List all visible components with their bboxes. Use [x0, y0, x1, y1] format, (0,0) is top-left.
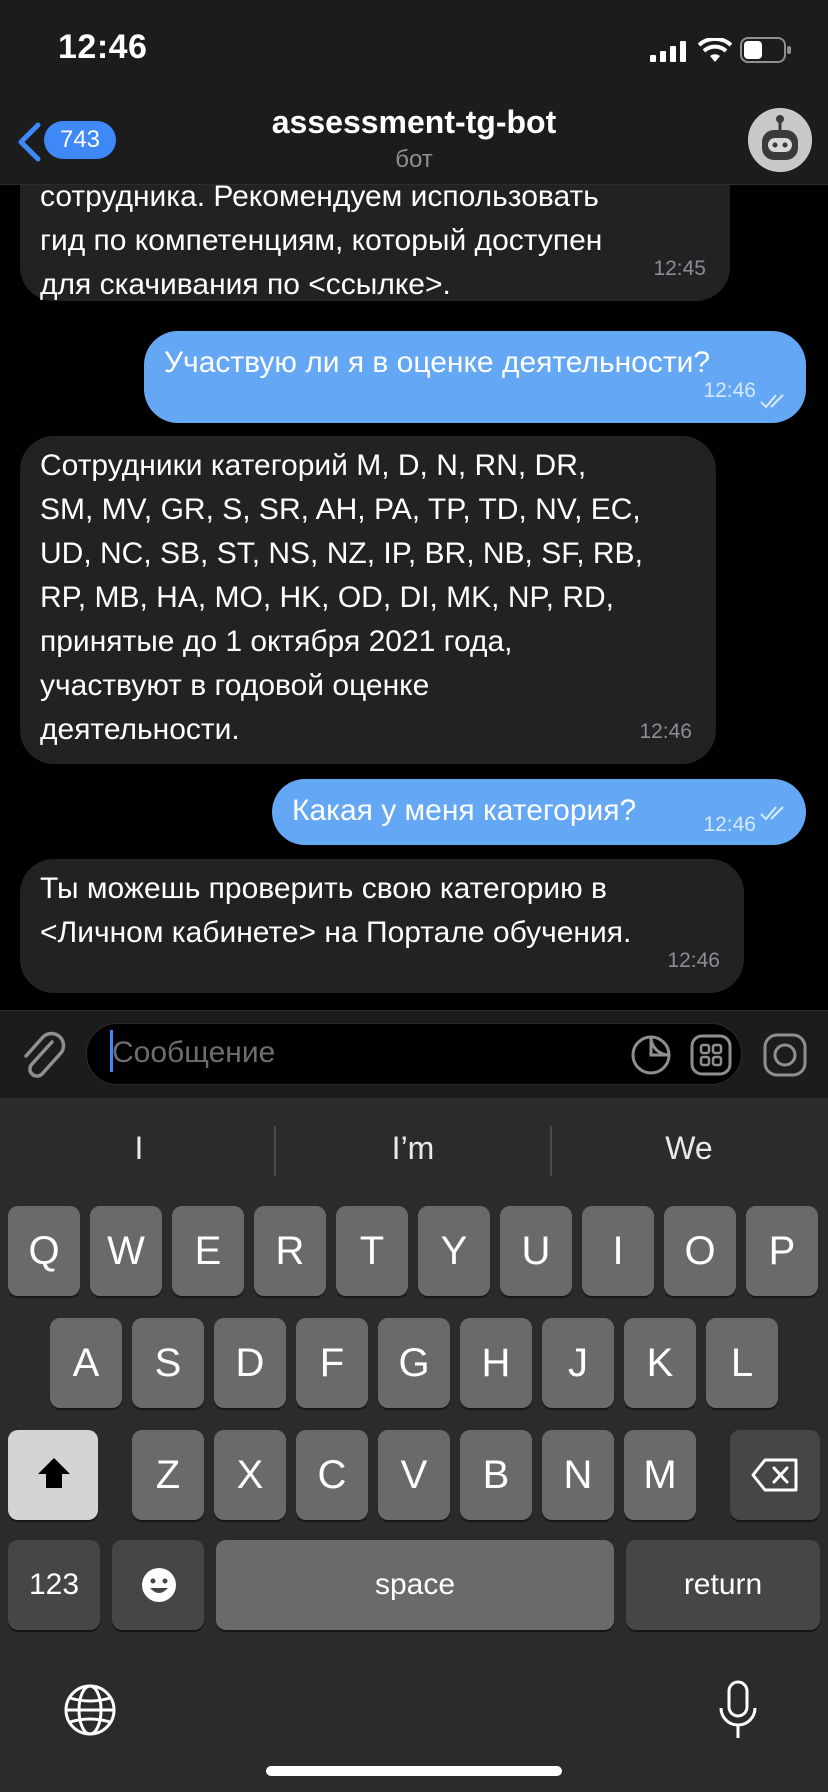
- home-indicator[interactable]: [266, 1766, 562, 1776]
- message-bubble-incoming[interactable]: Сотрудники категорий M, D, N, RN, DR, SM…: [20, 436, 716, 764]
- signal-icon: [650, 41, 686, 62]
- key-z[interactable]: Z: [132, 1430, 204, 1520]
- key-d[interactable]: D: [214, 1318, 286, 1408]
- key-w[interactable]: W: [90, 1206, 162, 1296]
- message-bubble-outgoing[interactable]: Участвую ли я в оценке деятельности? 12:…: [144, 331, 806, 423]
- double-check-icon: [760, 806, 784, 821]
- attach-icon[interactable]: [18, 1028, 66, 1080]
- emoji-key[interactable]: [112, 1540, 204, 1630]
- double-check-icon: [760, 394, 784, 409]
- key-h[interactable]: H: [460, 1318, 532, 1408]
- message-placeholder: Сообщение: [112, 1036, 276, 1069]
- key-o[interactable]: O: [664, 1206, 736, 1296]
- message-time: 12:46: [667, 949, 720, 972]
- video-message-icon[interactable]: [762, 1032, 808, 1078]
- chat-title[interactable]: assessment-tg-bot: [0, 104, 828, 141]
- key-k[interactable]: K: [624, 1318, 696, 1408]
- key-y[interactable]: Y: [418, 1206, 490, 1296]
- key-e[interactable]: E: [172, 1206, 244, 1296]
- suggestion-1[interactable]: I: [4, 1130, 274, 1167]
- message-time: 12:46: [703, 379, 756, 402]
- key-t[interactable]: T: [336, 1206, 408, 1296]
- message-time: 12:46: [639, 720, 692, 743]
- key-b[interactable]: B: [460, 1430, 532, 1520]
- suggestion-2[interactable]: I’m: [278, 1130, 548, 1167]
- delete-key[interactable]: [730, 1430, 820, 1520]
- key-n[interactable]: N: [542, 1430, 614, 1520]
- message-text: Сотрудники категорий M, D, N, RN, DR, SM…: [40, 449, 643, 746]
- key-r[interactable]: R: [254, 1206, 326, 1296]
- key-p[interactable]: P: [746, 1206, 818, 1296]
- message-time: 12:45: [653, 257, 706, 280]
- microphone-icon[interactable]: [716, 1680, 760, 1742]
- chat-subtitle: бот: [395, 146, 433, 173]
- numbers-key[interactable]: 123: [8, 1540, 100, 1630]
- suggestion-3[interactable]: We: [554, 1130, 824, 1167]
- message-bubble-incoming[interactable]: сотрудника. Рекомендуем использовать гид…: [20, 185, 730, 301]
- backspace-icon: [751, 1458, 798, 1492]
- message-text: Участвую ли я в оценке деятельности?: [164, 346, 711, 379]
- robot-icon: [748, 108, 812, 172]
- key-x[interactable]: X: [214, 1430, 286, 1520]
- wifi-icon: [698, 38, 732, 62]
- message-text: Ты можешь проверить свою категорию в <Ли…: [40, 872, 632, 949]
- key-j[interactable]: J: [542, 1318, 614, 1408]
- globe-icon[interactable]: [62, 1682, 118, 1738]
- message-bubble-incoming[interactable]: Ты можешь проверить свою категорию в <Ли…: [20, 859, 744, 993]
- suggestion-divider: [550, 1126, 552, 1176]
- shift-key[interactable]: [8, 1430, 98, 1520]
- battery-icon: [740, 37, 791, 63]
- bot-commands-icon[interactable]: [690, 1034, 732, 1076]
- key-s[interactable]: S: [132, 1318, 204, 1408]
- key-m[interactable]: M: [624, 1430, 696, 1520]
- key-q[interactable]: Q: [8, 1206, 80, 1296]
- bot-avatar[interactable]: [744, 104, 816, 176]
- space-key[interactable]: space: [216, 1540, 614, 1630]
- sticker-icon[interactable]: [630, 1034, 672, 1076]
- key-c[interactable]: C: [296, 1430, 368, 1520]
- suggestion-divider: [274, 1126, 276, 1176]
- emoji-icon: [142, 1568, 176, 1602]
- key-a[interactable]: A: [50, 1318, 122, 1408]
- key-i[interactable]: I: [582, 1206, 654, 1296]
- message-time: 12:46: [703, 813, 756, 836]
- return-key[interactable]: return: [626, 1540, 820, 1630]
- key-g[interactable]: G: [378, 1318, 450, 1408]
- message-text: Какая у меня категория?: [292, 794, 637, 827]
- key-l[interactable]: L: [706, 1318, 778, 1408]
- key-u[interactable]: U: [500, 1206, 572, 1296]
- shift-arrow-icon: [38, 1458, 70, 1488]
- key-v[interactable]: V: [378, 1430, 450, 1520]
- status-time: 12:46: [58, 28, 148, 66]
- message-bubble-outgoing[interactable]: Какая у меня категория? 12:46: [272, 779, 806, 845]
- key-f[interactable]: F: [296, 1318, 368, 1408]
- message-text: сотрудника. Рекомендуем использовать гид…: [40, 185, 603, 301]
- message-list[interactable]: сотрудника. Рекомендуем использовать гид…: [0, 185, 828, 1010]
